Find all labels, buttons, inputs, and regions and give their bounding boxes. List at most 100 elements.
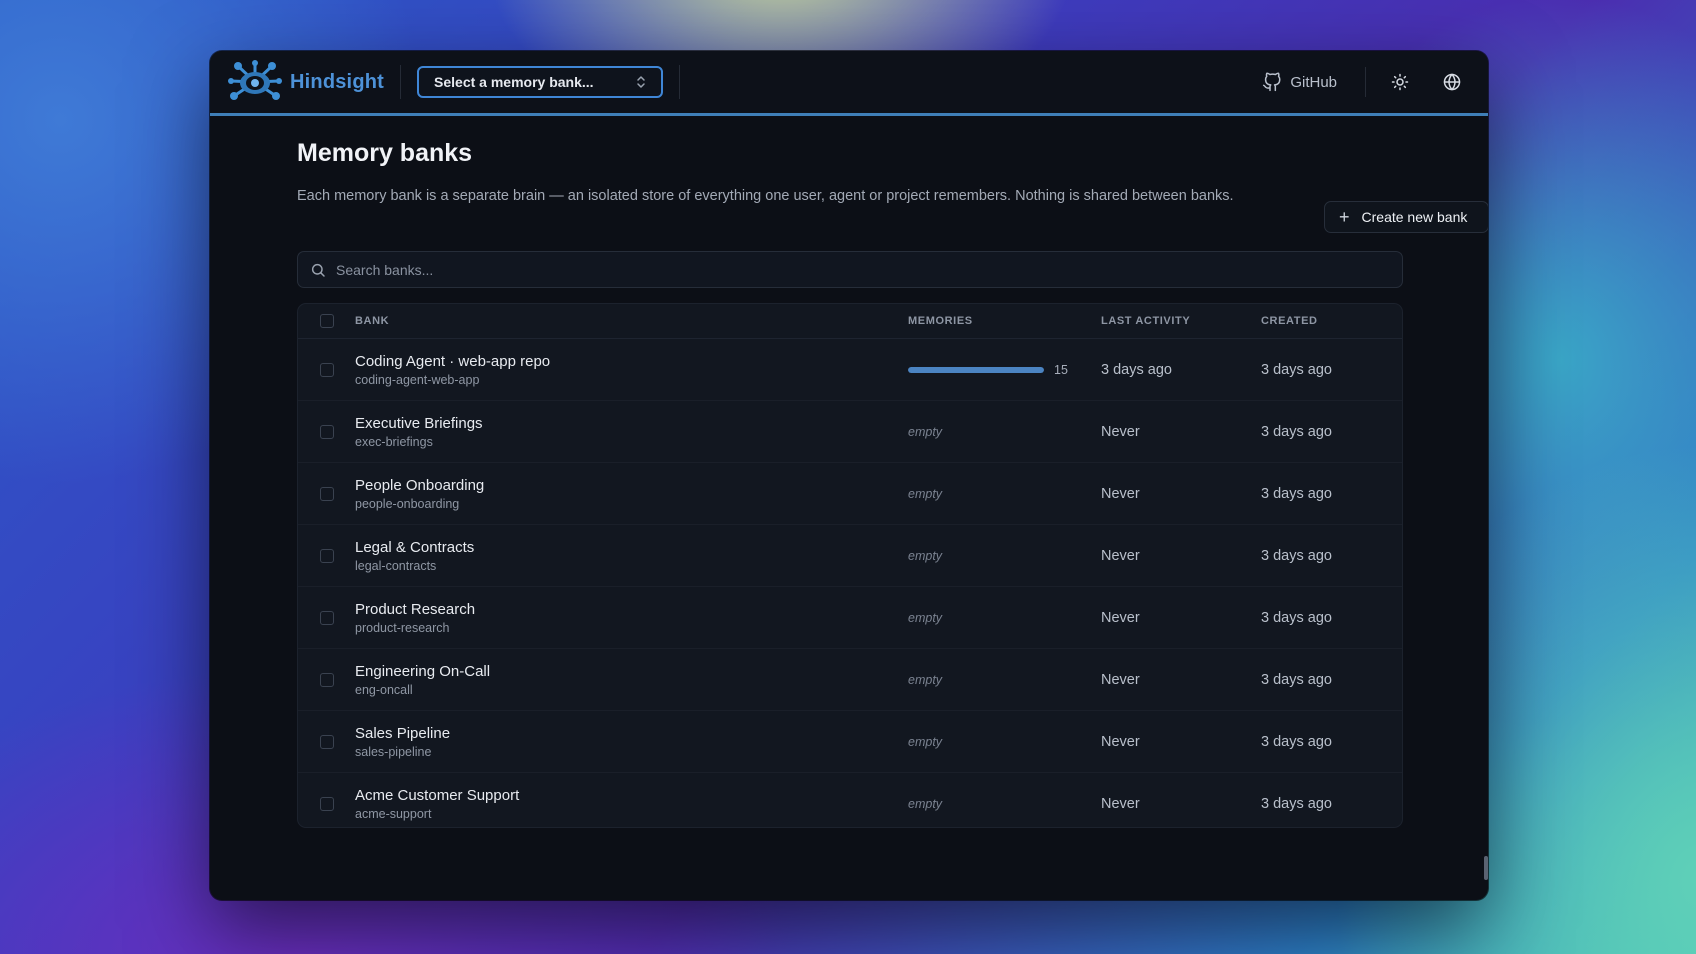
page-title: Memory banks: [297, 139, 473, 167]
memory-banks-table: BANK MEMORIES LAST ACTIVITY CREATED Codi…: [297, 303, 1403, 828]
chevron-up-down-icon: [637, 76, 645, 88]
page-description: Each memory bank is a separate brain — a…: [297, 188, 1234, 204]
logo[interactable]: Hindsight: [228, 60, 384, 104]
github-icon: [1263, 72, 1281, 92]
created-cell: 3 days ago: [1261, 733, 1332, 750]
divider: [1365, 67, 1366, 97]
bank-cell[interactable]: Legal & Contracts legal-contracts: [355, 539, 908, 573]
app-name: Hindsight: [290, 70, 385, 93]
row-checkbox[interactable]: [320, 362, 334, 377]
row-checkbox[interactable]: [320, 734, 334, 749]
table-row[interactable]: Engineering On-Call eng-oncall empty Never 3…: [298, 649, 1402, 711]
create-new-bank-button[interactable]: + Create new bank: [1324, 201, 1488, 233]
table-body: Coding Agent · web-app repo coding-agent-…: [298, 339, 1402, 827]
row-checkbox[interactable]: [320, 672, 334, 687]
last-activity-cell: 3 days ago: [1101, 361, 1172, 378]
bank-name: People Onboarding: [355, 476, 485, 494]
memories-cell: empty: [908, 797, 1101, 811]
last-activity-cell: Never: [1101, 485, 1140, 502]
created-cell: 3 days ago: [1261, 485, 1332, 502]
table-row[interactable]: Legal & Contracts legal-contracts empty Nev…: [298, 525, 1402, 587]
row-checkbox[interactable]: [320, 548, 334, 563]
created-cell: 3 days ago: [1261, 671, 1332, 688]
bank-cell[interactable]: Product Research product-research: [355, 601, 908, 635]
plus-icon: +: [1339, 207, 1350, 227]
table-row[interactable]: Coding Agent · web-app repo coding-agent-…: [298, 339, 1402, 401]
table-row[interactable]: Product Research product-research empty Nev…: [298, 587, 1402, 649]
bank-name: Acme Customer Support: [355, 786, 520, 804]
row-checkbox[interactable]: [320, 796, 334, 811]
search-placeholder: Search banks...: [336, 261, 434, 278]
sun-icon: [1391, 73, 1409, 91]
bank-id: people-onboarding: [355, 496, 460, 511]
last-activity-cell: Never: [1101, 609, 1140, 626]
bank-id: product-research: [355, 620, 450, 635]
bank-name: Sales Pipeline: [355, 724, 451, 742]
select-all-checkbox[interactable]: [320, 314, 334, 328]
memories-empty: empty: [908, 548, 943, 563]
table-row[interactable]: Executive Briefings exec-briefings empty Ne…: [298, 401, 1402, 463]
bank-id: exec-briefings: [355, 434, 433, 449]
divider: [679, 65, 681, 99]
memories-empty: empty: [908, 734, 943, 749]
column-header-created[interactable]: CREATED: [1261, 315, 1401, 327]
divider: [400, 65, 402, 99]
table-row[interactable]: Sales Pipeline sales-pipeline empty Never 3 …: [298, 711, 1402, 773]
created-cell: 3 days ago: [1261, 609, 1332, 626]
memories-cell: empty: [908, 487, 1101, 501]
column-header-memories[interactable]: MEMORIES: [908, 315, 1101, 327]
column-header-last-activity[interactable]: LAST ACTIVITY: [1101, 315, 1261, 327]
memories-empty: empty: [908, 672, 943, 687]
memories-cell: empty: [908, 549, 1101, 563]
globe-icon: [1443, 73, 1461, 91]
row-checkbox[interactable]: [320, 610, 334, 625]
bank-name: Coding Agent · web-app repo: [355, 352, 551, 370]
theme-toggle-button[interactable]: [1388, 70, 1412, 94]
created-cell: 3 days ago: [1261, 423, 1332, 440]
bank-name: Legal & Contracts: [355, 538, 475, 556]
row-checkbox[interactable]: [320, 486, 334, 501]
memories-empty: empty: [908, 424, 943, 439]
table-header: BANK MEMORIES LAST ACTIVITY CREATED: [298, 304, 1402, 339]
bank-name: Engineering On-Call: [355, 662, 491, 680]
last-activity-cell: Never: [1101, 733, 1140, 750]
bank-id: sales-pipeline: [355, 744, 432, 759]
bank-cell[interactable]: Sales Pipeline sales-pipeline: [355, 725, 908, 759]
memories-cell: empty: [908, 735, 1101, 749]
memories-empty: empty: [908, 796, 943, 811]
memories-cell: 15: [908, 363, 1101, 377]
eye-creature-icon: [228, 60, 282, 100]
memories-cell: empty: [908, 611, 1101, 625]
language-button[interactable]: [1440, 70, 1464, 94]
bank-cell[interactable]: Coding Agent · web-app repo coding-agent-…: [355, 353, 908, 387]
memory-bank-select-label: Select a memory bank...: [434, 74, 594, 90]
created-cell: 3 days ago: [1261, 547, 1332, 564]
created-cell: 3 days ago: [1261, 795, 1332, 812]
memories-cell: empty: [908, 425, 1101, 439]
scrollbar-thumb[interactable]: [1484, 856, 1488, 880]
row-checkbox[interactable]: [320, 424, 334, 439]
bank-id: coding-agent-web-app: [355, 372, 480, 387]
search-input[interactable]: Search banks...: [297, 251, 1403, 288]
table-row[interactable]: Acme Customer Support acme-support empty Ne…: [298, 773, 1402, 827]
memories-cell: empty: [908, 673, 1101, 687]
bank-cell[interactable]: People Onboarding people-onboarding: [355, 477, 908, 511]
column-header-bank[interactable]: BANK: [355, 315, 908, 327]
bank-id: legal-contracts: [355, 558, 437, 573]
last-activity-cell: Never: [1101, 795, 1140, 812]
created-cell: 3 days ago: [1261, 361, 1332, 378]
app-window: Hindsight Select a memory bank... GitHub: [210, 51, 1488, 900]
bank-cell[interactable]: Executive Briefings exec-briefings: [355, 415, 908, 449]
create-new-bank-label: Create new bank: [1361, 209, 1468, 225]
memory-bank-select[interactable]: Select a memory bank...: [417, 66, 664, 98]
memories-empty: empty: [908, 610, 943, 625]
bank-id: eng-oncall: [355, 682, 413, 697]
bank-name: Executive Briefings: [355, 414, 483, 432]
bank-id: acme-support: [355, 806, 432, 821]
top-right-actions: GitHub: [1262, 67, 1464, 97]
github-link[interactable]: GitHub: [1262, 72, 1337, 92]
bank-cell[interactable]: Engineering On-Call eng-oncall: [355, 663, 908, 697]
memories-bar-fill: [908, 366, 1044, 373]
bank-cell[interactable]: Acme Customer Support acme-support: [355, 787, 908, 821]
table-row[interactable]: People Onboarding people-onboarding empty N…: [298, 463, 1402, 525]
